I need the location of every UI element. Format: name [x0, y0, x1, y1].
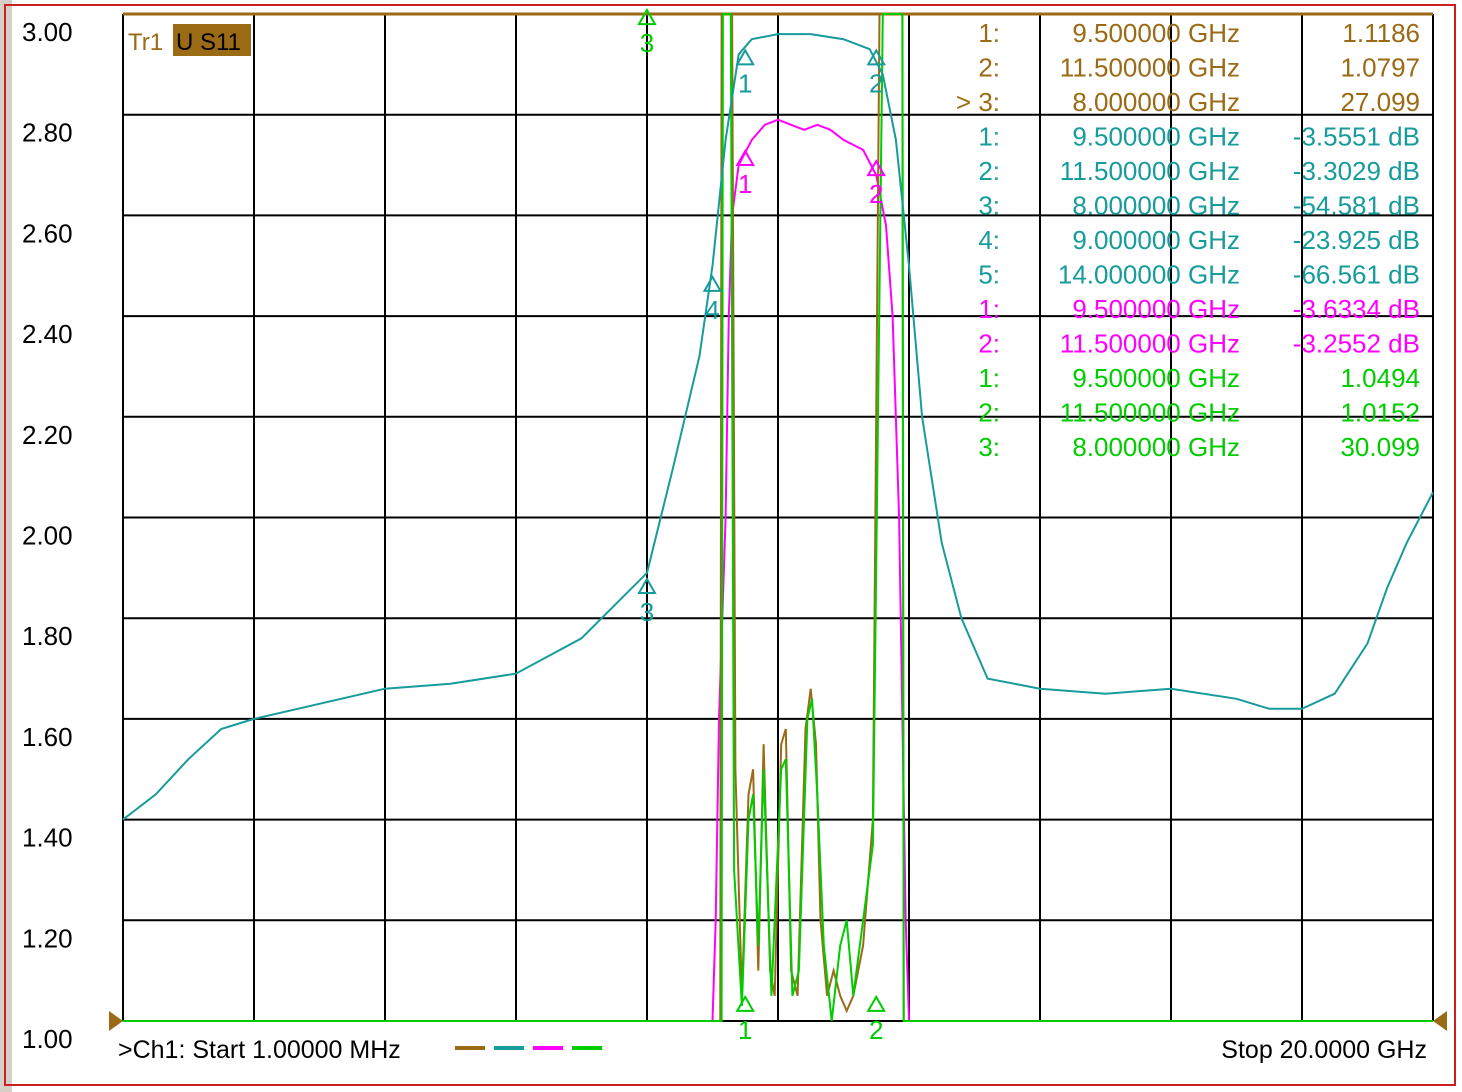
- marker-frequency: 9.500000 GHz: [1072, 18, 1240, 48]
- marker-value: -3.2552 dB: [1293, 329, 1420, 359]
- trace-marker-label: 2: [869, 68, 883, 98]
- footer: >Ch1: Start 1.00000 MHz Stop 20.0000 GHz: [118, 1036, 1427, 1064]
- marker-value: -3.3029 dB: [1293, 156, 1420, 186]
- marker-frequency: 14.000000 GHz: [1058, 260, 1240, 290]
- y-tick-label: 3.00: [22, 17, 73, 47]
- y-tick-label: 1.00: [22, 1024, 73, 1054]
- marker-number: 2:: [978, 398, 1000, 428]
- marker-frequency: 9.500000 GHz: [1072, 363, 1240, 393]
- trace-marker-label: 4: [705, 295, 719, 325]
- marker-frequency: 11.500000 GHz: [1060, 53, 1240, 83]
- marker-frequency: 11.500000 GHz: [1060, 329, 1240, 359]
- reference-arrow-right: [1433, 1011, 1447, 1031]
- trace-markers: 1 2 4 3 1 2 3 1 2: [637, 8, 886, 1045]
- marker-value: 27.099: [1340, 87, 1420, 117]
- marker-value: 30.099: [1340, 432, 1420, 462]
- y-tick-label: 2.00: [22, 521, 73, 551]
- trace-marker-label: 1: [738, 68, 752, 98]
- marker-frequency: 11.500000 GHz: [1060, 156, 1240, 186]
- marker-number: 2:: [978, 329, 1000, 359]
- trace-marker: [735, 994, 755, 1012]
- marker-number: > 3:: [956, 87, 1000, 117]
- marker-frequency: 9.000000 GHz: [1072, 225, 1240, 255]
- start-frequency: >Ch1: Start 1.00000 MHz: [118, 1036, 401, 1064]
- trace-marker-label: 3: [640, 28, 654, 58]
- marker-value: 1.1186: [1342, 18, 1420, 48]
- marker-value: -23.925 dB: [1293, 225, 1420, 255]
- trace-marker-label: 1: [738, 1015, 752, 1045]
- reference-arrow-left: [109, 1011, 123, 1031]
- marker-value: -3.6334 dB: [1293, 294, 1420, 324]
- marker-number: 3:: [978, 432, 1000, 462]
- marker-frequency: 11.500000 GHz: [1060, 398, 1240, 428]
- marker-frequency: 9.500000 GHz: [1072, 294, 1240, 324]
- marker-number: 1:: [978, 363, 1000, 393]
- trace-marker: [702, 274, 723, 292]
- y-tick-label: 1.80: [22, 621, 73, 651]
- y-tick-label: 2.60: [22, 218, 73, 248]
- y-tick-label: 2.40: [22, 319, 73, 349]
- y-tick-label: 1.20: [22, 923, 73, 953]
- measurement-label: U S11: [176, 29, 241, 56]
- marker-number: 4:: [978, 225, 1000, 255]
- trace-label: Tr1: [128, 29, 163, 56]
- marker-value: -3.5551 dB: [1293, 122, 1420, 152]
- trace-marker-label: 2: [869, 1015, 883, 1045]
- y-tick-label: 1.40: [22, 823, 73, 853]
- marker-value: 1.0797: [1340, 53, 1420, 83]
- marker-frequency: 9.500000 GHz: [1072, 122, 1240, 152]
- trace-marker-label: 3: [640, 597, 654, 627]
- marker-number: 5:: [978, 260, 1000, 290]
- stop-frequency: Stop 20.0000 GHz: [1221, 1036, 1427, 1064]
- marker-value: -66.561 dB: [1293, 260, 1420, 290]
- marker-number: 3:: [978, 191, 1000, 221]
- marker-table: 1: 9.500000 GHz 1.1186 2: 11.500000 GHz 1.079…: [956, 18, 1420, 462]
- marker-frequency: 8.000000 GHz: [1072, 191, 1240, 221]
- trace-header: Tr1 U S11: [128, 24, 251, 56]
- y-tick-label: 2.20: [22, 420, 73, 450]
- trace-marker-label: 1: [738, 169, 752, 199]
- marker-number: 2:: [978, 156, 1000, 186]
- marker-value: 1.0494: [1340, 363, 1420, 393]
- trace-marker-label: 2: [869, 179, 883, 209]
- marker-frequency: 8.000000 GHz: [1072, 432, 1240, 462]
- marker-value: 1.0152: [1340, 398, 1420, 428]
- s11-chart: 3.00 2.80 2.60 2.40 2.20 2.00 1.80 1.60 1.40 1.20…: [22, 8, 1447, 1064]
- analyzer-display: 3.00 2.80 2.60 2.40 2.20 2.00 1.80 1.60 1.40 1.20…: [0, 0, 1462, 1092]
- marker-number: 1:: [978, 294, 1000, 324]
- y-tick-label: 1.60: [22, 722, 73, 752]
- marker-number: 2:: [978, 53, 1000, 83]
- marker-number: 1:: [978, 122, 1000, 152]
- y-tick-label: 2.80: [22, 118, 73, 148]
- marker-value: -54.581 dB: [1293, 191, 1420, 221]
- trace-marker: [866, 994, 886, 1012]
- marker-number: 1:: [978, 18, 1000, 48]
- marker-frequency: 8.000000 GHz: [1072, 87, 1240, 117]
